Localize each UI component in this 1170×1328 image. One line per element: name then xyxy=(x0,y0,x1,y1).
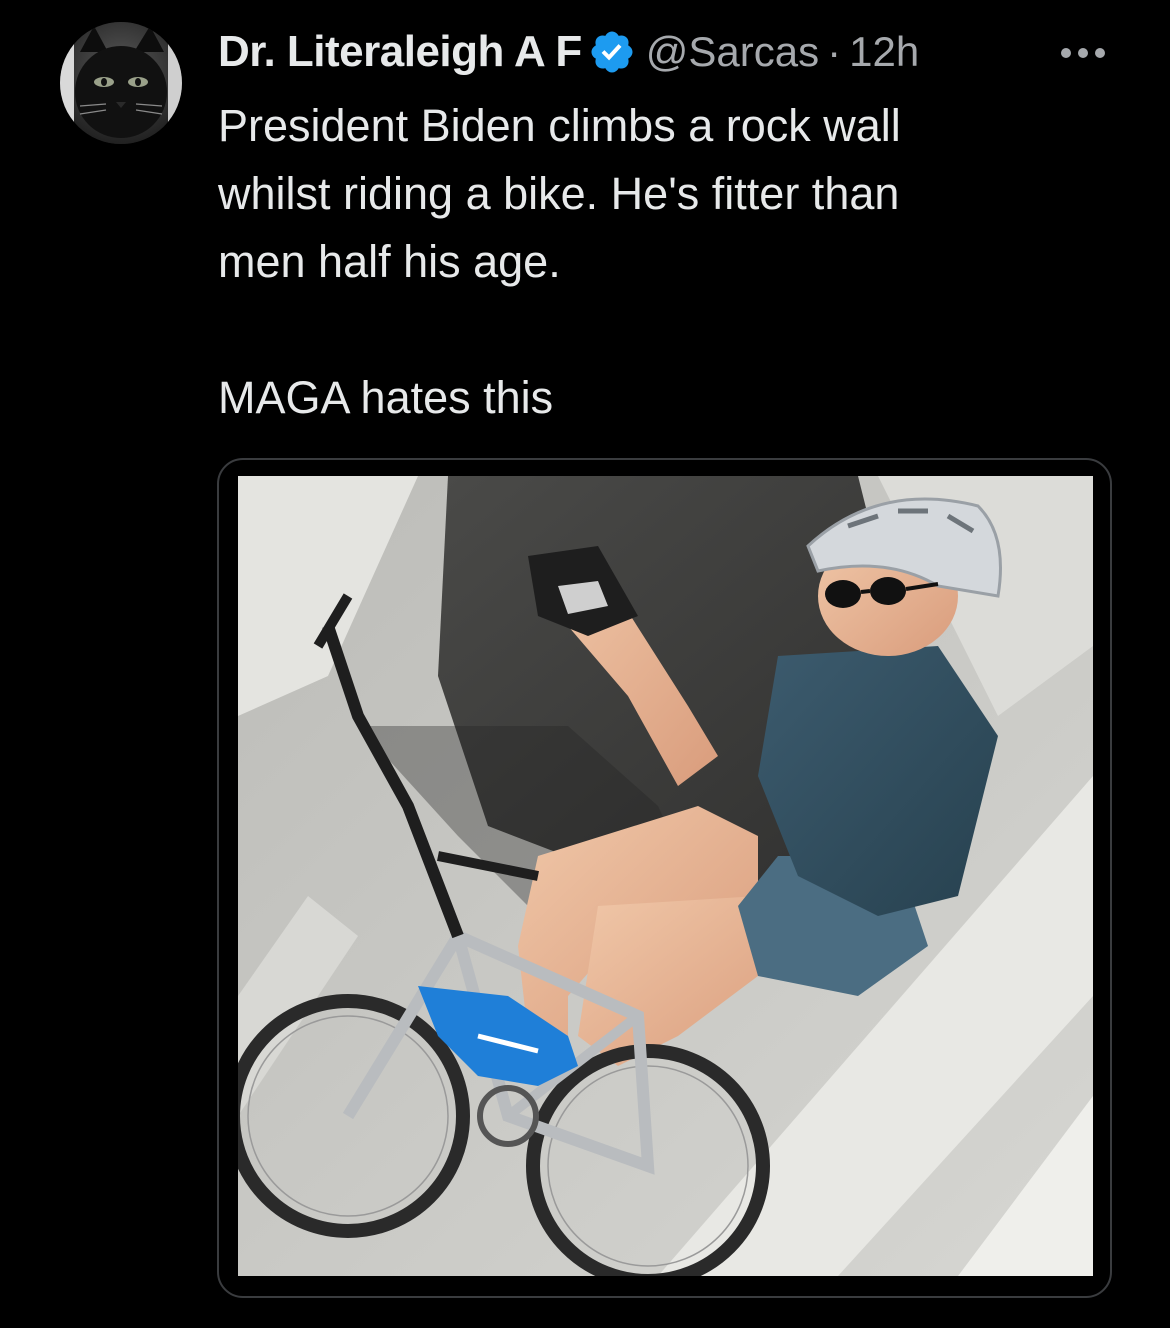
tweet[interactable]: Dr. Literaleigh A F @Sarcas · 12h Presid… xyxy=(0,0,1170,1328)
tweet-photo[interactable] xyxy=(238,476,1093,1276)
tweet-text: President Biden climbs a rock wall whils… xyxy=(218,100,901,423)
black-cat-avatar-icon xyxy=(60,22,182,144)
separator-dot: · xyxy=(827,28,842,75)
media-container[interactable] xyxy=(217,458,1112,1298)
verified-badge-icon xyxy=(588,28,636,76)
photo-cyclist-on-ground xyxy=(238,476,1093,1276)
more-options-icon xyxy=(1061,48,1105,58)
more-options-button[interactable] xyxy=(1058,40,1108,66)
avatar[interactable] xyxy=(60,22,182,144)
tweet-header: Dr. Literaleigh A F @Sarcas · 12h xyxy=(218,22,1118,82)
timestamp[interactable]: 12h xyxy=(849,28,919,76)
user-handle[interactable]: @Sarcas xyxy=(646,28,819,76)
display-name[interactable]: Dr. Literaleigh A F xyxy=(218,27,582,77)
